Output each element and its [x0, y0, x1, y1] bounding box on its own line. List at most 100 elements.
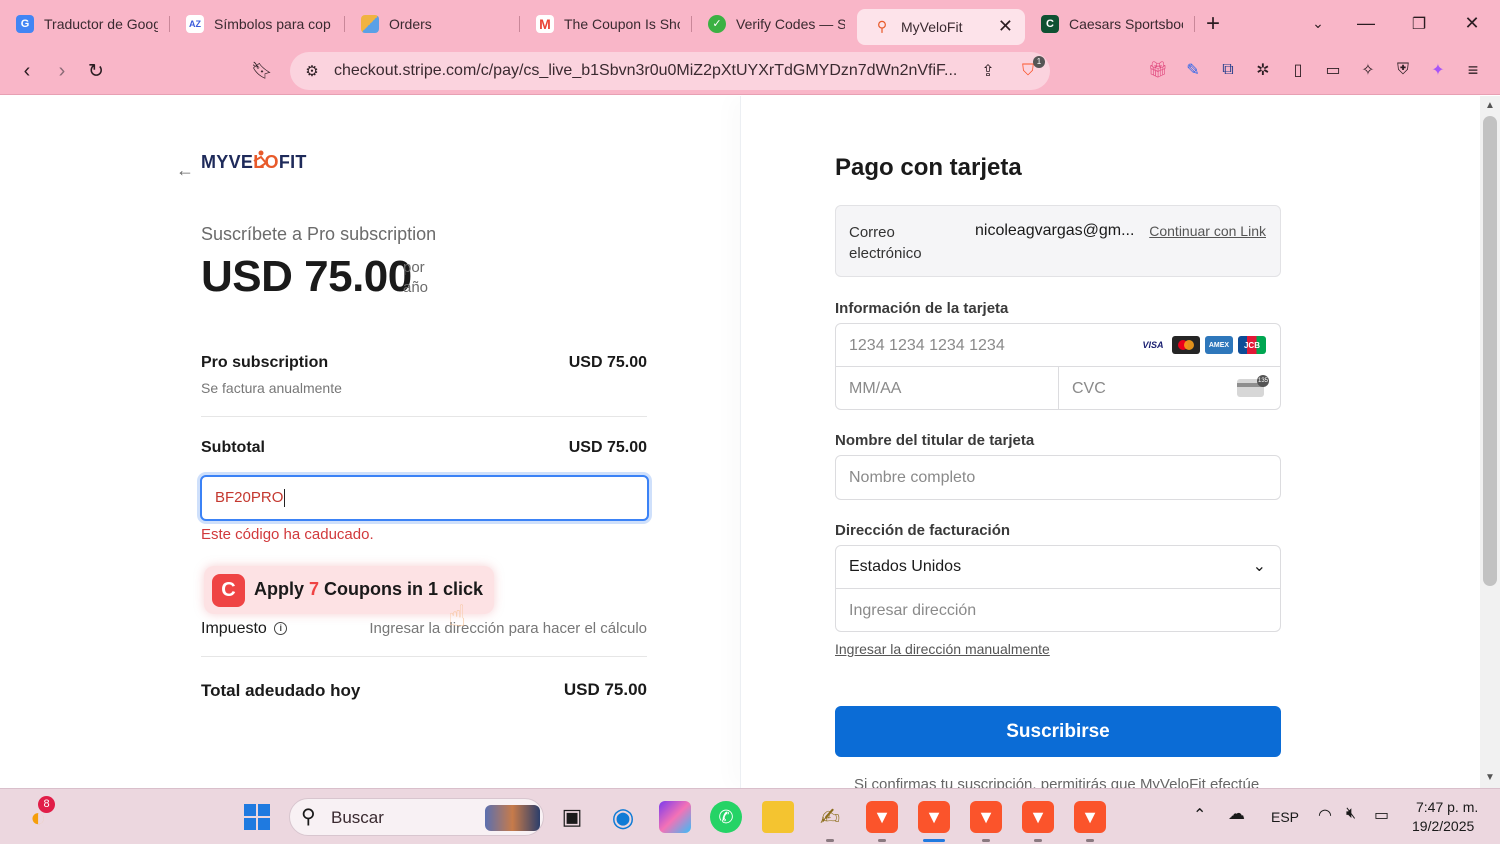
cardholder-name-input[interactable]: Nombre completo [835, 455, 1281, 500]
brave-icon[interactable]: ▼ [1074, 801, 1106, 833]
extension-code-icon[interactable]: ⧉ [1217, 59, 1239, 81]
clock-time[interactable]: 7:47 p. m. [1416, 799, 1478, 815]
back-arrow-icon[interactable]: ← [176, 160, 194, 181]
new-tab-button[interactable]: + [1195, 10, 1231, 38]
gmail-icon: M [536, 14, 554, 33]
divider [201, 416, 647, 417]
vpn-icon[interactable]: ⛨ [1392, 59, 1414, 81]
expiry-placeholder: MM/AA [849, 380, 902, 397]
brave-icon[interactable]: ▼ [866, 801, 898, 833]
order-summary: ← MYVE LO FIT Suscríbete a Pro subscriptio… [0, 96, 740, 788]
file-explorer-icon[interactable] [762, 801, 794, 833]
cvc-input[interactable]: CVC 135 [1058, 366, 1281, 410]
billing-label: Dirección de facturación [835, 522, 1011, 539]
brave-icon[interactable]: ▼ [970, 801, 1002, 833]
notification-badge: 8 [38, 796, 55, 813]
share-icon[interactable]: ⇪ [974, 57, 1002, 85]
tab-traductor[interactable]: G Traductor de Goog [0, 7, 170, 41]
email-box: Correo electrónico nicoleagvargas@gm... … [835, 205, 1281, 277]
extension-edit-icon[interactable]: ✎ [1182, 59, 1204, 81]
extensions-puzzle-icon[interactable]: ✲ [1252, 59, 1274, 81]
apply-coupons-text: Apply 7 Coupons in 1 click [254, 579, 484, 599]
leo-ai-icon[interactable]: ✧ [1357, 59, 1379, 81]
price-amount: USD 75.00 [201, 252, 412, 301]
wifi-icon[interactable]: ◠ [1318, 805, 1332, 825]
brave-icon[interactable]: ▼ [1022, 801, 1054, 833]
google-translate-icon: G [16, 14, 34, 33]
tab-title: The Coupon Is Sho [564, 15, 680, 32]
minimize-button[interactable]: — [1340, 0, 1392, 47]
restore-button[interactable]: ❐ [1393, 0, 1445, 47]
expiry-input[interactable]: MM/AA [835, 366, 1059, 410]
mastercard-icon [1172, 336, 1200, 354]
holder-label: Nombre del titular de tarjeta [835, 432, 1035, 449]
battery-icon[interactable]: ▭ [1374, 805, 1389, 825]
cvc-placeholder: CVC [1072, 380, 1106, 397]
continue-with-link-button[interactable]: Continuar con Link [1149, 223, 1266, 239]
country-select[interactable]: Estados Unidos ⌄ [835, 545, 1281, 589]
back-icon[interactable]: ‹ [13, 57, 41, 85]
menu-icon[interactable]: ≡ [1462, 59, 1484, 81]
address-input[interactable]: Ingresar dirección [835, 588, 1281, 632]
page-scrollbar[interactable]: ▲ ▼ [1480, 96, 1500, 788]
subscribe-button[interactable]: Suscribirse [835, 706, 1281, 757]
tab-list-chevron-icon[interactable]: ⌄ [1292, 0, 1344, 47]
myvelofit-icon: ⚲ [876, 18, 888, 34]
card-number-input[interactable]: 1234 1234 1234 1234 VISA AMEX JCB [835, 323, 1281, 367]
address-bar[interactable]: ⚙ checkout.stripe.com/c/pay/cs_live_b1Sb… [290, 52, 1050, 90]
clock-date[interactable]: 19/2/2025 [1412, 818, 1474, 834]
tab-myvelofit[interactable]: ⚲ MyVeloFit ✕ [857, 8, 1025, 45]
card-number-placeholder: 1234 1234 1234 1234 [849, 337, 1005, 354]
volume-muted-icon[interactable]: 🔇︎ [1346, 805, 1356, 823]
coupon-input[interactable]: BF20PRO [200, 475, 649, 521]
tab-caesars[interactable]: C Caesars Sportsboo [1025, 7, 1195, 41]
reload-icon[interactable]: ↻ [82, 57, 110, 85]
site-settings-icon[interactable]: ⚙ [298, 57, 326, 85]
close-window-button[interactable]: ✕ [1446, 0, 1498, 47]
total-label: Total adeudado hoy [201, 681, 361, 700]
tab-simbolos[interactable]: AZ Símbolos para cop [170, 7, 345, 41]
task-view-icon[interactable]: ▣ [556, 801, 588, 833]
onedrive-icon[interactable]: ☁ [1228, 804, 1245, 824]
subscription-footnote: Si confirmas tu suscripción, permitirás … [854, 776, 1260, 788]
divider [201, 656, 647, 657]
chevron-down-icon: ⌄ [1252, 558, 1266, 575]
taskbar-search[interactable]: ⚲ Buscar [289, 798, 544, 836]
scroll-up-icon[interactable]: ▲ [1485, 100, 1495, 111]
copilot-icon[interactable] [659, 801, 691, 833]
cvc-card-icon: 135 [1237, 375, 1269, 397]
tab-coupon[interactable]: M The Coupon Is Sho [520, 7, 692, 41]
extension-gift-icon[interactable]: 🎁︎ [1147, 59, 1169, 81]
card-brands: VISA AMEX JCB [1139, 336, 1266, 354]
edge-icon[interactable]: ◉ [607, 801, 639, 833]
app-icon[interactable]: ✍ [814, 801, 846, 833]
tab-verify[interactable]: ✓ Verify Codes — Si [692, 7, 857, 41]
wallet-icon[interactable]: ▭ [1322, 59, 1344, 81]
hand-cursor-icon: ☝ [448, 600, 467, 633]
item-price: USD 75.00 [568, 354, 647, 371]
language-indicator[interactable]: ESP [1271, 809, 1299, 825]
caesars-icon: C [1041, 14, 1059, 33]
info-icon[interactable]: i [274, 622, 288, 636]
tab-orders[interactable]: Orders [345, 7, 520, 41]
holder-placeholder: Nombre completo [849, 469, 976, 486]
scroll-thumb[interactable] [1483, 116, 1497, 586]
close-tab-icon[interactable]: ✕ [998, 16, 1013, 37]
tab-title: Orders [389, 15, 432, 32]
bookmark-icon[interactable]: 🔖︎ [248, 57, 276, 85]
brave-icon-active[interactable]: ▼ [918, 801, 950, 833]
scroll-down-icon[interactable]: ▼ [1485, 772, 1495, 783]
amex-icon: AMEX [1205, 336, 1233, 354]
url-text[interactable]: checkout.stripe.com/c/pay/cs_live_b1Sbvn… [334, 62, 964, 80]
item-billing: Se factura anualmente [201, 380, 342, 396]
tray-chevron-icon[interactable]: ⌃ [1193, 805, 1206, 825]
email-label: Correo electrónico [849, 224, 922, 262]
profile-icon[interactable]: ✦ [1427, 59, 1449, 81]
tab-title: MyVeloFit [901, 18, 963, 35]
price-period: por año [403, 259, 429, 296]
windows-start-icon[interactable] [241, 801, 273, 833]
whatsapp-icon[interactable]: ✆ [710, 801, 742, 833]
sidebar-icon[interactable]: ▯ [1287, 59, 1309, 81]
manual-address-link[interactable]: Ingresar la dirección manualmente [835, 641, 1050, 657]
forward-icon[interactable]: › [48, 57, 76, 85]
